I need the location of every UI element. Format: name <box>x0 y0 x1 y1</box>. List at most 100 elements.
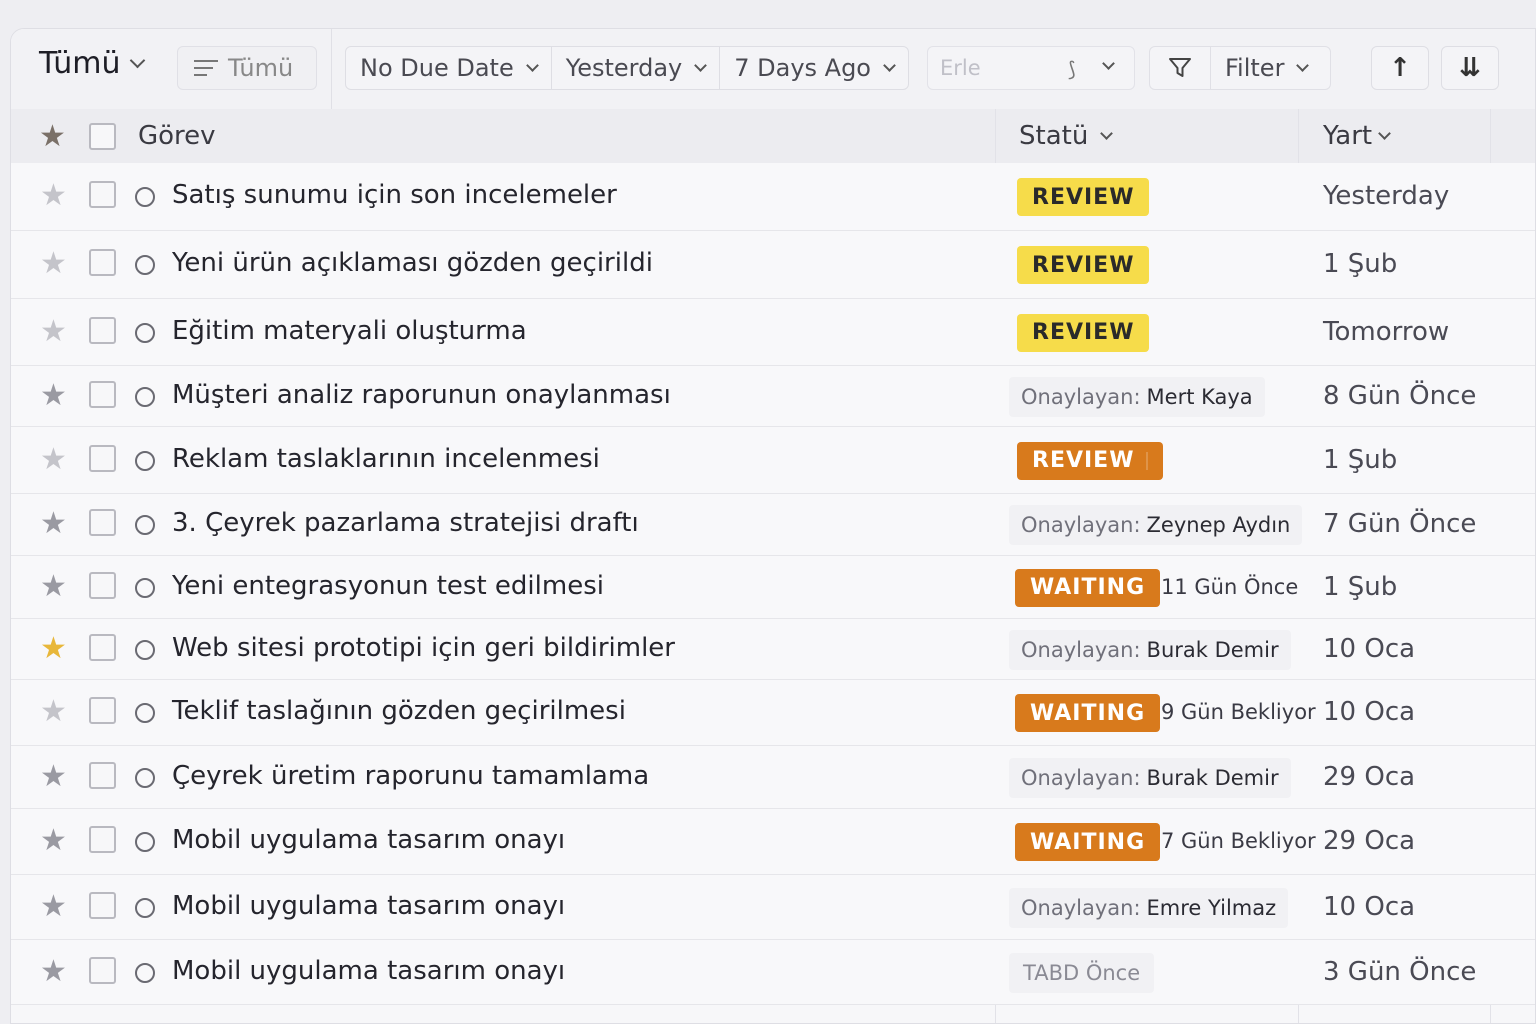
status-badge[interactable]: REVIEW <box>1017 441 1164 480</box>
status-badge[interactable]: WAITING <box>1015 823 1161 861</box>
table-row[interactable]: ★ Satış sunumu için son incelemeler REVIEW… <box>11 163 1535 231</box>
task-title[interactable]: Reklam taslaklarının incelenmesi <box>172 444 600 474</box>
select-all-checkbox[interactable] <box>89 123 116 150</box>
row-checkbox[interactable] <box>89 826 116 853</box>
task-title[interactable]: Mobil uygulama tasarım onayı <box>172 825 565 855</box>
due-date[interactable]: 8 Gün Önce <box>1323 381 1476 411</box>
star-icon[interactable]: ★ <box>40 249 67 279</box>
table-row[interactable]: ★ Yeni ürün açıklaması gözden geçirildi RE… <box>11 231 1535 299</box>
table-row[interactable]: ★ Mobil uygulama tasarım onayı TABD Önce 3 … <box>11 940 1535 1005</box>
complete-circle-icon[interactable] <box>135 962 155 983</box>
star-icon[interactable]: ★ <box>40 571 67 602</box>
row-checkbox[interactable] <box>89 633 116 661</box>
row-checkbox[interactable] <box>89 571 116 599</box>
table-row[interactable]: ★ Mobil uygulama tasarım onayı Onaylayan: E… <box>11 875 1535 940</box>
table-row[interactable]: ★ Mobil uygulama tasarım onayı WAITING 7 Gü… <box>11 809 1535 875</box>
group-by-label: Tümü <box>228 54 294 82</box>
date-filter-7-days[interactable]: 7 Days Ago <box>720 47 908 89</box>
column-header-task[interactable]: Görev <box>138 121 216 151</box>
task-title[interactable]: Yeni entegrasyonun test edilmesi <box>172 571 604 601</box>
star-icon[interactable]: ★ <box>40 697 67 727</box>
complete-circle-icon[interactable] <box>135 639 155 660</box>
due-date[interactable]: 3 Gün Önce <box>1323 957 1476 987</box>
task-title[interactable]: Web sitesi prototipi için geri bildiriml… <box>172 633 675 663</box>
status-badge[interactable]: WAITING <box>1015 694 1161 732</box>
star-icon[interactable]: ★ <box>40 891 67 922</box>
star-icon[interactable]: ★ <box>40 181 67 211</box>
status-badge[interactable]: WAITING <box>1015 568 1161 607</box>
sort-order-button[interactable]: ⇊ <box>1441 46 1499 90</box>
star-icon[interactable]: ★ <box>40 956 67 987</box>
task-title[interactable]: 3. Çeyrek pazarlama stratejisi draftı <box>172 508 639 538</box>
column-header-due[interactable]: Yart <box>1323 121 1391 151</box>
due-date[interactable]: 29 Oca <box>1323 826 1415 856</box>
row-checkbox[interactable] <box>89 697 116 724</box>
table-row[interactable]: ★ Eğitim materyali oluşturma REVIEW Tomorro… <box>11 299 1535 366</box>
due-date[interactable]: 1 Şub <box>1323 572 1397 602</box>
complete-circle-icon[interactable] <box>135 577 155 598</box>
complete-circle-icon[interactable] <box>135 703 155 723</box>
status-badge[interactable]: REVIEW <box>1017 246 1150 284</box>
table-row[interactable]: ★ Reklam taslaklarının incelenmesi REVIEW 1… <box>11 427 1535 494</box>
complete-circle-icon[interactable] <box>135 515 155 535</box>
row-checkbox[interactable] <box>89 891 116 919</box>
star-icon[interactable]: ★ <box>40 633 67 664</box>
star-icon[interactable]: ★ <box>40 316 67 347</box>
column-header-status[interactable]: Statü <box>1019 121 1114 151</box>
complete-circle-icon[interactable] <box>135 450 155 471</box>
star-icon[interactable]: ★ <box>40 826 67 856</box>
complete-circle-icon[interactable] <box>135 255 155 275</box>
complete-circle-icon[interactable] <box>135 767 155 788</box>
due-date[interactable]: Tomorrow <box>1323 317 1449 347</box>
search-input[interactable]: Erle ⟆ <box>927 46 1135 90</box>
due-date[interactable]: Yesterday <box>1323 181 1449 211</box>
status-badge[interactable]: REVIEW <box>1017 178 1150 216</box>
table-row[interactable]: ★ Web sitesi prototipi için geri bildirim… <box>11 619 1535 680</box>
task-title[interactable]: Mobil uygulama tasarım onayı <box>172 956 565 986</box>
star-icon[interactable]: ★ <box>40 380 67 411</box>
due-date[interactable]: 1 Şub <box>1323 249 1397 279</box>
row-checkbox[interactable] <box>89 761 116 789</box>
table-row[interactable]: ★ Teklif taslağının gözden geçirilmesi WAI… <box>11 680 1535 746</box>
star-icon[interactable]: ★ <box>39 119 66 154</box>
task-title[interactable]: Eğitim materyali oluşturma <box>172 316 527 346</box>
row-checkbox[interactable] <box>89 380 116 408</box>
row-checkbox[interactable] <box>89 181 116 208</box>
row-checkbox[interactable] <box>89 249 116 276</box>
row-checkbox[interactable] <box>89 509 116 536</box>
table-row[interactable]: ★ Yeni entegrasyonun test edilmesi WAITING… <box>11 556 1535 619</box>
table-row[interactable]: ★ 3. Çeyrek pazarlama stratejisi draftı On… <box>11 494 1535 556</box>
star-icon[interactable]: ★ <box>40 444 67 475</box>
due-date[interactable]: 10 Oca <box>1323 892 1415 922</box>
due-date[interactable]: 10 Oca <box>1323 697 1415 727</box>
table-row[interactable]: ★ Müşteri analiz raporunun onaylanması Ona… <box>11 366 1535 427</box>
complete-circle-icon[interactable] <box>135 386 155 407</box>
status-badge[interactable]: REVIEW <box>1017 313 1150 352</box>
date-filter-no-due[interactable]: No Due Date <box>346 47 552 89</box>
due-date[interactable]: 10 Oca <box>1323 634 1415 664</box>
complete-circle-icon[interactable] <box>135 187 155 207</box>
task-title[interactable]: Satış sunumu için son incelemeler <box>172 180 617 210</box>
complete-circle-icon[interactable] <box>135 897 155 918</box>
task-title[interactable]: Çeyrek üretim raporunu tamamlama <box>172 761 649 791</box>
star-icon[interactable]: ★ <box>40 509 67 539</box>
sort-ascending-button[interactable]: ↑ <box>1371 46 1429 90</box>
task-title[interactable]: Yeni ürün açıklaması gözden geçirildi <box>172 248 653 278</box>
task-title[interactable]: Mobil uygulama tasarım onayı <box>172 891 565 921</box>
task-title[interactable]: Teklif taslağının gözden geçirilmesi <box>172 696 626 726</box>
row-checkbox[interactable] <box>89 956 116 984</box>
complete-circle-icon[interactable] <box>135 832 155 852</box>
task-title[interactable]: Müşteri analiz raporunun onaylanması <box>172 380 671 410</box>
row-checkbox[interactable] <box>89 444 116 472</box>
due-date[interactable]: 7 Gün Önce <box>1323 509 1476 539</box>
star-icon[interactable]: ★ <box>40 761 67 792</box>
group-by-button[interactable]: Tümü <box>177 46 317 90</box>
table-row[interactable]: ★ Çeyrek üretim raporunu tamamlama Onaylay… <box>11 746 1535 809</box>
due-date[interactable]: 1 Şub <box>1323 445 1397 475</box>
filter-button[interactable]: Filter <box>1149 46 1331 90</box>
view-selector[interactable]: Tümü <box>39 43 146 83</box>
date-filter-yesterday[interactable]: Yesterday <box>552 47 721 89</box>
row-checkbox[interactable] <box>89 316 116 344</box>
complete-circle-icon[interactable] <box>135 322 155 343</box>
due-date[interactable]: 29 Oca <box>1323 762 1415 792</box>
